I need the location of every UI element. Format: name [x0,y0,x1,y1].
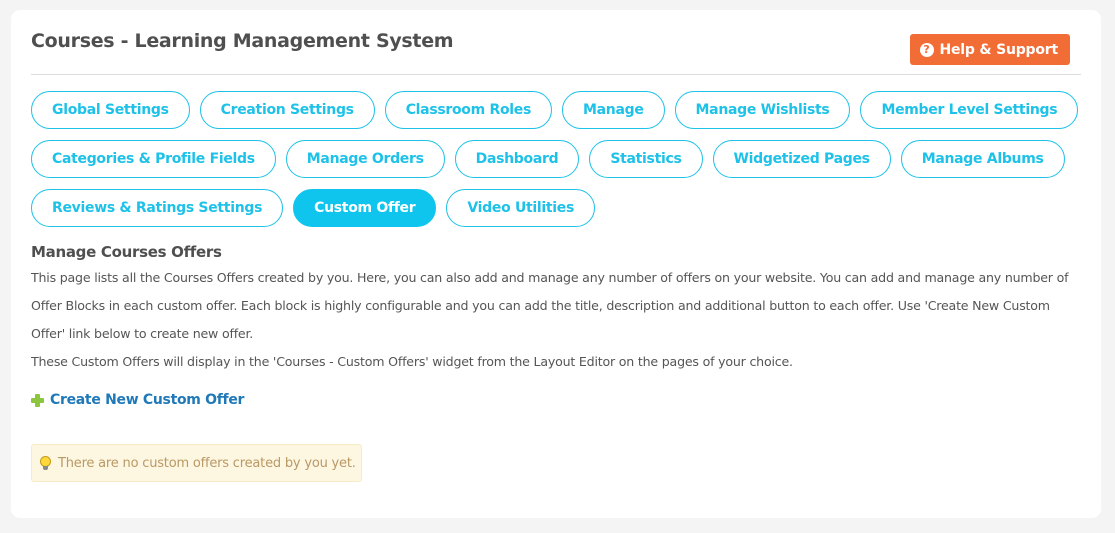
tab-statistics[interactable]: Statistics [589,140,703,178]
tab-categories-and-profile-fields[interactable]: Categories & Profile Fields [31,140,276,178]
page-header: Courses - Learning Management System ? H… [31,10,1081,75]
tab-row: Reviews & Ratings Settings Custom Offer Vi… [31,189,1081,227]
section-title: Manage Courses Offers [31,243,222,261]
help-support-button[interactable]: ? Help & Support [909,34,1070,65]
tab-global-settings[interactable]: Global Settings [31,91,190,129]
tab-widgetized-pages[interactable]: Widgetized Pages [712,140,891,178]
settings-tabs: Global Settings Creation Settings Classroo… [31,91,1081,238]
tab-manage-orders[interactable]: Manage Orders [285,140,445,178]
tab-manage-albums[interactable]: Manage Albums [900,140,1065,178]
tab-reviews-and-ratings-settings[interactable]: Reviews & Ratings Settings [31,189,284,227]
plus-icon [31,393,44,407]
tab-row: Global Settings Creation Settings Classroo… [31,91,1081,129]
tab-creation-settings[interactable]: Creation Settings [199,91,375,129]
lightbulb-icon [39,455,52,471]
tab-classroom-roles[interactable]: Classroom Roles [384,91,553,129]
tab-dashboard[interactable]: Dashboard [454,140,580,178]
notice-text: There are no custom offers created by yo… [58,455,356,471]
help-support-label: Help & Support [939,41,1059,58]
tab-manage-wishlists[interactable]: Manage Wishlists [674,91,851,129]
description-paragraph: These Custom Offers will display in the … [31,354,793,369]
empty-notice: There are no custom offers created by yo… [31,444,362,482]
page-title: Courses - Learning Management System [31,30,454,52]
create-new-custom-offer-link[interactable]: Create New Custom Offer [31,392,244,408]
tab-row: Categories & Profile Fields Manage Orders… [31,140,1081,178]
tab-manage[interactable]: Manage [562,91,665,129]
description: This page lists all the Courses Offers c… [31,264,1081,376]
create-link-label: Create New Custom Offer [50,392,245,408]
tab-custom-offer[interactable]: Custom Offer [293,189,437,227]
description-paragraph: This page lists all the Courses Offers c… [31,270,1069,341]
main-card: Courses - Learning Management System ? H… [11,10,1101,518]
tab-video-utilities[interactable]: Video Utilities [446,189,596,227]
tab-member-level-settings[interactable]: Member Level Settings [860,91,1079,129]
question-circle-icon: ? [919,42,934,57]
